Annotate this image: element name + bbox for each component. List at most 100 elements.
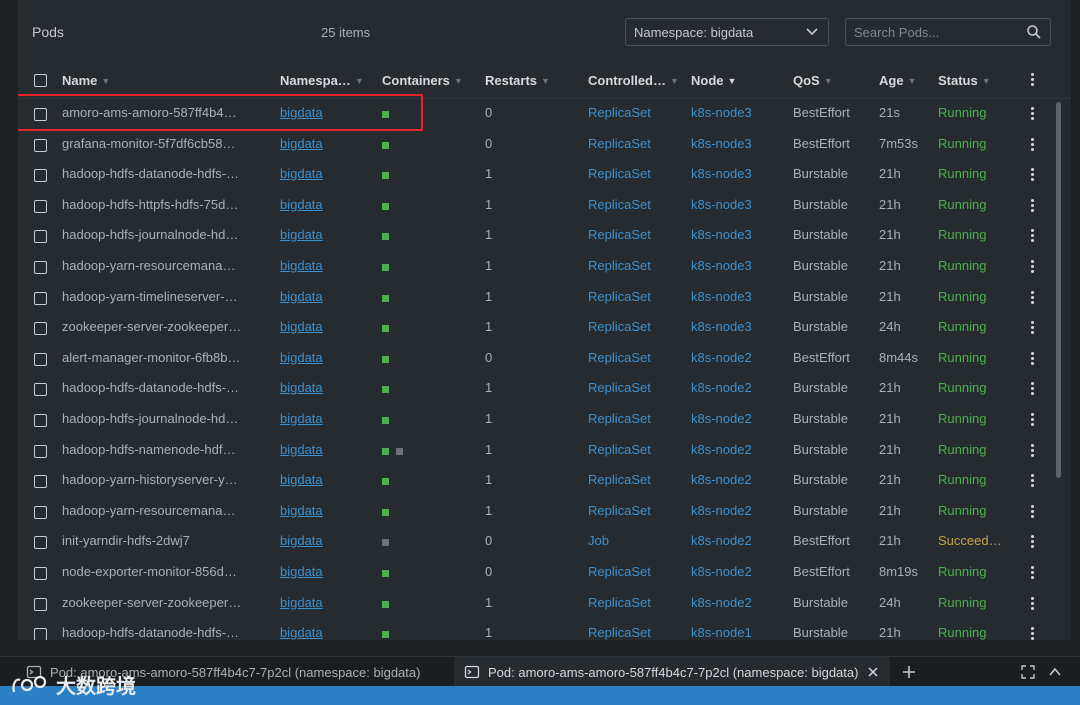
column-header-restarts[interactable]: Restarts ▼	[485, 73, 550, 88]
namespace-link[interactable]: bigdata	[280, 380, 370, 396]
table-row[interactable]: alert-manager-monitor-6fb8b… bigdata 0 Repl…	[18, 344, 1053, 374]
namespace-link[interactable]: bigdata	[280, 625, 370, 640]
namespace-link[interactable]: bigdata	[280, 166, 370, 182]
controlled-by-link[interactable]: ReplicaSet	[588, 227, 678, 243]
controlled-by-link[interactable]: ReplicaSet	[588, 166, 678, 182]
pod-name[interactable]: hadoop-hdfs-namenode-hdf…	[62, 442, 242, 458]
table-row[interactable]: hadoop-hdfs-journalnode-hd… bigdata 1 Repli…	[18, 221, 1053, 251]
row-menu-icon[interactable]	[1030, 413, 1034, 426]
columns-menu-icon[interactable]	[1030, 73, 1034, 86]
controlled-by-link[interactable]: ReplicaSet	[588, 564, 678, 580]
select-all-checkbox[interactable]	[34, 74, 47, 87]
pod-name[interactable]: hadoop-hdfs-datanode-hdfs-…	[62, 166, 242, 182]
controlled-by-link[interactable]: ReplicaSet	[588, 442, 678, 458]
row-checkbox[interactable]	[34, 536, 47, 550]
row-checkbox[interactable]	[34, 352, 47, 366]
node-link[interactable]: k8s-node2	[691, 564, 781, 580]
row-menu-icon[interactable]	[1030, 535, 1034, 549]
row-menu-icon[interactable]	[1030, 504, 1034, 518]
namespace-link[interactable]: bigdata	[280, 442, 370, 458]
table-row[interactable]: hadoop-yarn-resourcemanag… bigdata 1 Replic…	[18, 497, 1053, 527]
pod-name[interactable]: alert-manager-monitor-6fb8b…	[62, 350, 242, 366]
row-checkbox[interactable]	[34, 261, 47, 274]
row-menu-icon[interactable]	[1030, 474, 1034, 488]
namespace-link[interactable]: bigdata	[280, 319, 370, 335]
table-row[interactable]: hadoop-hdfs-datanode-hdfs-… bigdata 1 Repli…	[18, 374, 1053, 404]
controlled-by-link[interactable]: Job	[588, 533, 678, 549]
pod-name[interactable]: hadoop-hdfs-journalnode-hd…	[62, 411, 242, 427]
controlled-by-link[interactable]: ReplicaSet	[588, 503, 678, 519]
namespace-link[interactable]: bigdata	[280, 136, 370, 152]
search-icon[interactable]	[1026, 24, 1042, 40]
table-row[interactable]: hadoop-hdfs-httpfs-hdfs-75d… bigdata 1 Repl…	[18, 191, 1053, 221]
pod-name[interactable]: hadoop-hdfs-httpfs-hdfs-75d…	[62, 197, 242, 213]
node-link[interactable]: k8s-node3	[691, 227, 781, 243]
column-header-namespace[interactable]: Namespa… ▼	[280, 73, 364, 88]
table-row[interactable]: hadoop-hdfs-datanode-hdfs-… bigdata 1 Repli…	[18, 160, 1053, 190]
row-menu-icon[interactable]	[1030, 198, 1034, 212]
row-checkbox[interactable]	[34, 291, 47, 305]
node-link[interactable]: k8s-node2	[691, 503, 781, 519]
controlled-by-link[interactable]: ReplicaSet	[588, 319, 678, 335]
row-checkbox[interactable]	[34, 230, 47, 244]
dock-tab-2[interactable]: Pod: amoro-ams-amoro-587ff4b4c7-7p2cl (n…	[454, 657, 891, 687]
table-row[interactable]: hadoop-yarn-resourcemanag… bigdata 1 Replic…	[18, 252, 1053, 282]
pod-name[interactable]: hadoop-yarn-resourcemanag…	[62, 503, 242, 519]
table-row[interactable]: hadoop-yarn-timelineserver-y… bigdata 1 Rep…	[18, 283, 1053, 313]
node-link[interactable]: k8s-node3	[691, 136, 781, 152]
row-menu-icon[interactable]	[1030, 382, 1034, 396]
node-link[interactable]: k8s-node2	[691, 472, 781, 488]
row-checkbox[interactable]	[34, 169, 47, 183]
column-header-status[interactable]: Status ▼	[938, 73, 991, 88]
namespace-link[interactable]: bigdata	[280, 289, 370, 305]
controlled-by-link[interactable]: ReplicaSet	[588, 258, 678, 274]
pod-name[interactable]: hadoop-hdfs-datanode-hdfs-…	[62, 380, 242, 396]
namespace-link[interactable]: bigdata	[280, 472, 370, 488]
row-checkbox[interactable]	[34, 628, 47, 640]
add-tab-icon[interactable]	[901, 664, 917, 680]
pod-name[interactable]: hadoop-yarn-timelineserver-y…	[62, 289, 242, 305]
row-menu-icon[interactable]	[1030, 290, 1034, 304]
controlled-by-link[interactable]: ReplicaSet	[588, 289, 678, 305]
row-checkbox[interactable]	[34, 475, 47, 489]
table-row[interactable]: hadoop-hdfs-namenode-hdf… bigdata 1 Replica…	[18, 436, 1053, 466]
namespace-link[interactable]: bigdata	[280, 503, 370, 519]
pod-name[interactable]: zookeeper-server-zookeeper-…	[62, 595, 242, 611]
node-link[interactable]: k8s-node2	[691, 595, 781, 611]
table-row[interactable]: hadoop-hdfs-datanode-hdfs-… bigdata 1 Repli…	[18, 619, 1053, 640]
controlled-by-link[interactable]: ReplicaSet	[588, 472, 678, 488]
controlled-by-link[interactable]: ReplicaSet	[588, 625, 678, 640]
namespace-link[interactable]: bigdata	[280, 197, 370, 213]
row-checkbox[interactable]	[34, 597, 47, 611]
table-row[interactable]: hadoop-yarn-historyserver-y… bigdata 1 Repl…	[18, 466, 1053, 496]
namespace-select[interactable]: Namespace: bigdata	[625, 18, 829, 46]
column-header-containers[interactable]: Containers ▼	[382, 73, 463, 88]
table-row[interactable]: grafana-monitor-5f7df6cb58… bigdata 0 Repli…	[18, 130, 1053, 160]
row-menu-icon[interactable]	[1030, 321, 1034, 335]
row-checkbox[interactable]	[34, 322, 47, 336]
namespace-link[interactable]: bigdata	[280, 411, 370, 427]
row-checkbox[interactable]	[34, 505, 47, 519]
row-checkbox[interactable]	[34, 383, 47, 397]
row-checkbox[interactable]	[34, 567, 47, 580]
search-box[interactable]	[845, 18, 1051, 46]
row-checkbox[interactable]	[34, 414, 47, 427]
table-row[interactable]: hadoop-hdfs-journalnode-hd… bigdata 1 Repli…	[18, 405, 1053, 435]
namespace-link[interactable]: bigdata	[280, 533, 370, 549]
namespace-link[interactable]: bigdata	[280, 595, 370, 611]
scrollbar[interactable]	[1053, 98, 1063, 638]
controlled-by-link[interactable]: ReplicaSet	[588, 105, 678, 121]
node-link[interactable]: k8s-node3	[691, 289, 781, 305]
table-row[interactable]: zookeeper-server-zookeeper-… bigdata 1 Repl…	[18, 313, 1053, 343]
row-menu-icon[interactable]	[1030, 260, 1034, 273]
close-icon[interactable]	[866, 665, 880, 679]
controlled-by-link[interactable]: ReplicaSet	[588, 411, 678, 427]
table-row[interactable]: init-yarndir-hdfs-2dwj7 bigdata 0 Job k8s-no…	[18, 527, 1053, 557]
pod-name[interactable]: hadoop-yarn-historyserver-y…	[62, 472, 242, 488]
node-link[interactable]: k8s-node3	[691, 166, 781, 182]
node-link[interactable]: k8s-node3	[691, 197, 781, 213]
namespace-link[interactable]: bigdata	[280, 258, 370, 274]
node-link[interactable]: k8s-node1	[691, 625, 781, 640]
node-link[interactable]: k8s-node2	[691, 411, 781, 427]
search-input[interactable]	[854, 24, 1014, 40]
